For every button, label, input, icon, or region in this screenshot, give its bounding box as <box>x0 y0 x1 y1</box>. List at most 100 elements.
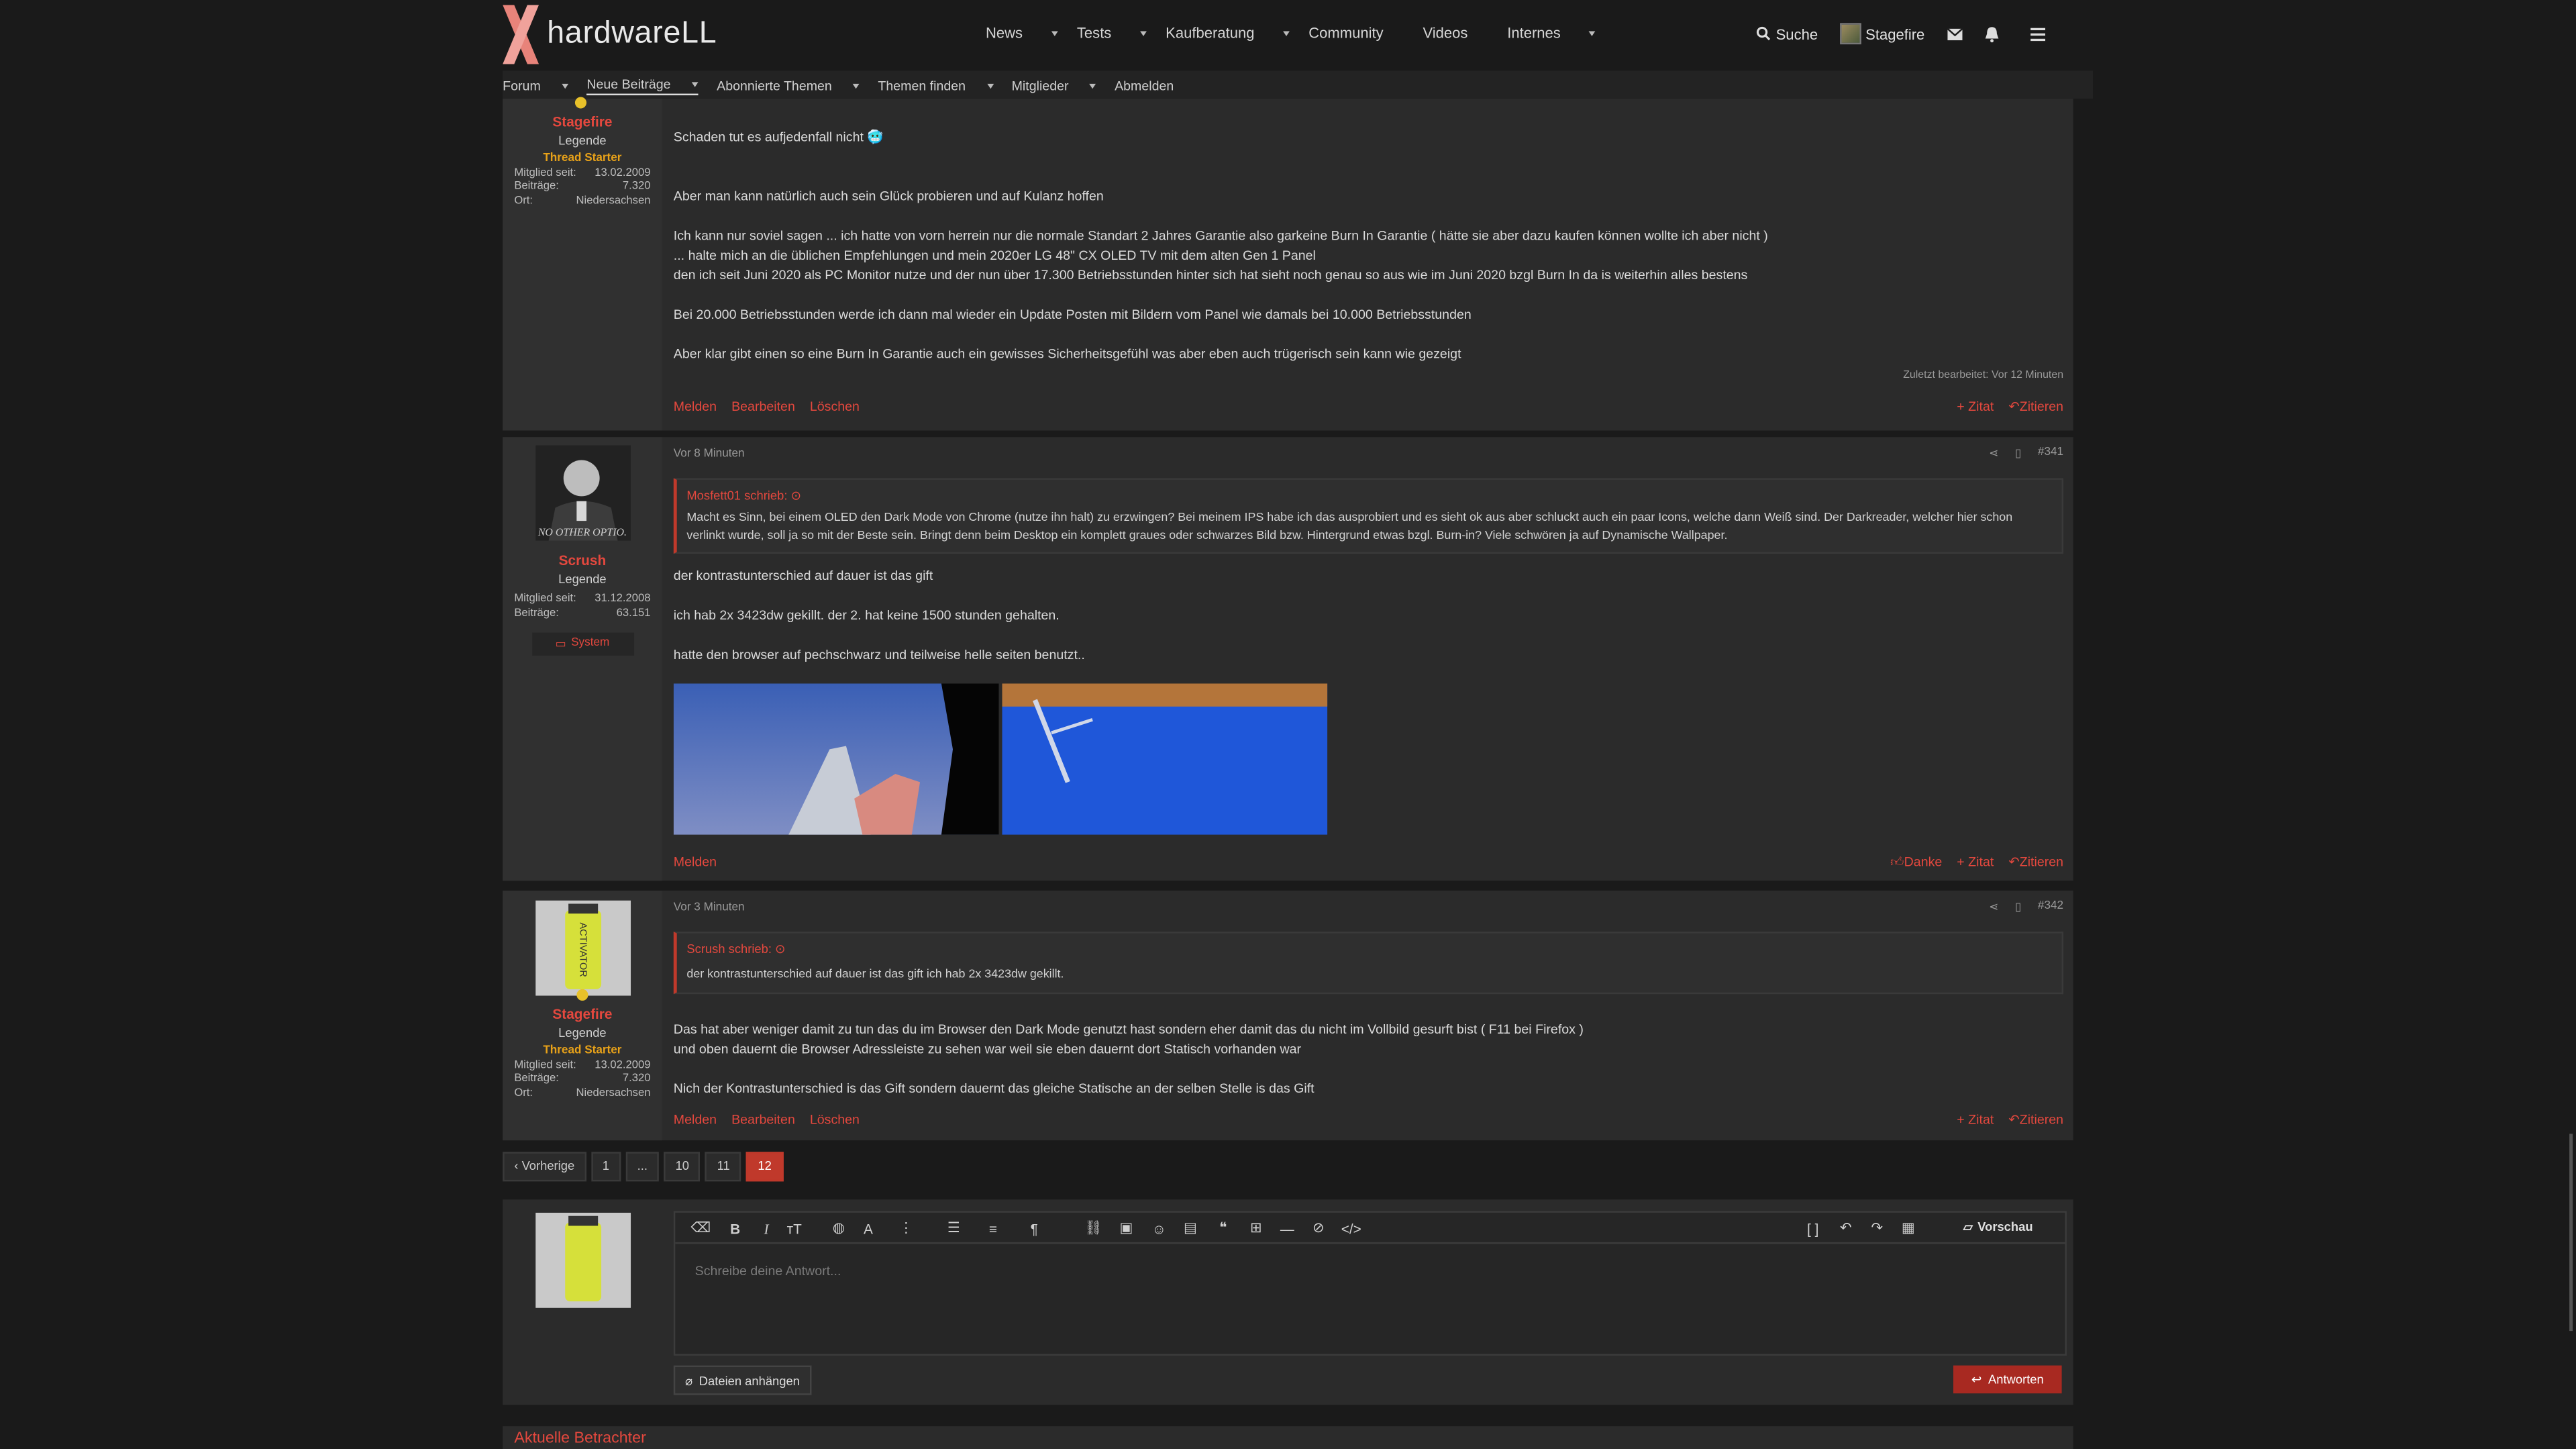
current-page[interactable]: 12 <box>746 1152 783 1182</box>
bookmark-icon[interactable]: ▯ <box>2015 447 2021 460</box>
attach-files-button[interactable]: ⌀ Dateien anhängen <box>673 1365 812 1395</box>
reply-placeholder: Schreibe deine Antwort... <box>694 1263 841 1279</box>
subnav-neue-beitraege[interactable]: Neue Beiträge <box>586 77 699 96</box>
subnav-themen-finden[interactable]: Themen finden <box>878 77 994 95</box>
subnav-abmelden[interactable]: Abmelden <box>1115 77 1192 95</box>
page-ellipsis[interactable]: ... <box>625 1152 660 1182</box>
edit-link[interactable]: Bearbeiten <box>731 399 795 414</box>
quote-link[interactable]: ↶Zitieren <box>2008 854 2063 870</box>
user-avatar[interactable]: ACTIVATOR <box>535 900 631 996</box>
drafts-icon[interactable]: ▦ <box>1899 1219 1917 1238</box>
nav-tests[interactable]: Tests <box>1077 25 1146 41</box>
post-username[interactable]: Stagefire <box>503 1005 662 1021</box>
nav-kaufberatung[interactable]: Kaufberatung <box>1166 25 1289 41</box>
envelope-icon <box>1946 27 1963 40</box>
nav-community[interactable]: Community <box>1308 25 1403 41</box>
stat-value: 7.320 <box>622 181 651 193</box>
alerts-button[interactable] <box>1983 26 1998 42</box>
italic-icon[interactable]: I <box>758 1219 776 1238</box>
site-logo[interactable]: hardwareLL <box>503 5 717 64</box>
search-button[interactable]: Suche <box>1756 26 1818 42</box>
multiquote-link[interactable]: + Zitat <box>1957 399 1994 414</box>
code-icon[interactable]: </> <box>1341 1219 1361 1238</box>
post-line: den ich seit Juni 2020 als PC Monitor nu… <box>673 268 1748 283</box>
bookmark-icon[interactable]: ▯ <box>2015 901 2021 913</box>
undo-icon[interactable]: ↶ <box>1837 1219 1855 1238</box>
post-number[interactable]: #342 <box>2038 901 2063 914</box>
edit-link[interactable]: Bearbeiten <box>731 1112 795 1127</box>
stat-key: Beiträge: <box>514 181 559 193</box>
page-link[interactable]: 11 <box>705 1152 741 1182</box>
post-number[interactable]: #341 <box>2038 447 2063 460</box>
multiquote-link[interactable]: + Zitat <box>1957 1112 1994 1127</box>
quote-author[interactable]: Scrush schrieb: ⊙ <box>677 934 2062 962</box>
multiquote-link[interactable]: + Zitat <box>1957 854 1994 870</box>
subnav-forum[interactable]: Forum <box>503 77 569 95</box>
subnav-abonnierte-themen[interactable]: Abonnierte Themen <box>717 77 860 95</box>
clear-format-icon[interactable]: ⌫ <box>690 1219 710 1238</box>
user-stat: Ort: Niedersachsen <box>503 1087 662 1099</box>
post-time[interactable]: Vor 8 Minuten <box>674 448 745 460</box>
user-stat: Mitglied seit: 13.02.2009 <box>503 167 662 179</box>
bold-icon[interactable]: B <box>726 1219 744 1238</box>
system-button[interactable]: ▭ System <box>531 632 633 655</box>
quote-author[interactable]: Mosfett01 schrieb: ⊙ <box>677 480 2062 508</box>
list-icon[interactable]: ☰ <box>945 1219 963 1238</box>
monitor-icon: ▭ <box>555 638 566 650</box>
nav-videos[interactable]: Videos <box>1423 25 1487 41</box>
logo-text: hardwareLL <box>547 16 717 51</box>
paragraph-icon[interactable]: ¶ <box>1025 1219 1043 1238</box>
align-icon[interactable]: ≡ <box>984 1219 1002 1238</box>
quote-link[interactable]: ↶Zitieren <box>2008 399 2063 414</box>
inbox-button[interactable] <box>1946 27 1963 40</box>
redo-icon[interactable]: ↷ <box>1868 1219 1886 1238</box>
more-options-icon[interactable]: ⋮ <box>897 1219 915 1238</box>
font-family-icon[interactable]: A <box>859 1219 877 1238</box>
thanks-link[interactable]: 👍︎Danke <box>1890 854 1942 870</box>
user-stat: Mitglied seit: 31.12.2008 <box>503 593 662 605</box>
attachment-image-1[interactable] <box>673 683 999 835</box>
post-username[interactable]: Stagefire <box>503 113 662 130</box>
subnav-mitglieder[interactable]: Mitglieder <box>1012 77 1097 95</box>
page-link[interactable]: 1 <box>590 1152 621 1182</box>
delete-link[interactable]: Löschen <box>810 1112 860 1127</box>
media-icon[interactable]: ▤ <box>1181 1219 1199 1238</box>
preview-button[interactable]: ▱ Vorschau <box>1963 1219 2033 1234</box>
page-link[interactable]: 10 <box>664 1152 701 1182</box>
color-palette-icon[interactable]: ◍ <box>829 1219 847 1238</box>
link-icon[interactable]: ⛓ <box>1084 1219 1102 1238</box>
post-actions-left: Melden Bearbeiten Löschen <box>674 399 860 414</box>
font-size-icon[interactable]: тT <box>785 1219 803 1238</box>
share-icon[interactable]: ⋖ <box>1989 901 1998 913</box>
scrollbar-thumb[interactable] <box>2569 1134 2573 1332</box>
user-avatar[interactable] <box>535 445 631 541</box>
spoiler-icon[interactable]: ⊘ <box>1309 1219 1327 1238</box>
post-time[interactable]: Vor 3 Minuten <box>674 902 745 913</box>
nav-news[interactable]: News <box>986 25 1058 41</box>
report-link[interactable]: Melden <box>674 854 717 869</box>
post-username[interactable]: Scrush <box>503 552 662 568</box>
nav-label: Tests <box>1076 24 1112 42</box>
bbcode-toggle-icon[interactable]: [ ] <box>1804 1219 1822 1238</box>
user-menu-button[interactable]: Stagefire <box>1839 23 1924 45</box>
delete-link[interactable]: Löschen <box>810 399 860 414</box>
user-nav: Suche Stagefire <box>1756 23 2066 45</box>
share-icon[interactable]: ⋖ <box>1989 447 1998 460</box>
report-link[interactable]: Melden <box>674 399 717 414</box>
quote-icon[interactable]: ❝ <box>1214 1219 1232 1238</box>
post-actions-right: + Zitat ↶Zitieren <box>1957 1112 2063 1127</box>
table-icon[interactable]: ⊞ <box>1247 1219 1265 1238</box>
nav-internes[interactable]: Internes <box>1507 25 1596 41</box>
hamburger-menu-button[interactable] <box>2030 27 2045 40</box>
reply-button[interactable]: ↩ Antworten <box>1953 1365 2062 1394</box>
reply-input[interactable]: Schreibe deine Antwort... <box>695 1264 841 1279</box>
report-link[interactable]: Melden <box>674 1112 717 1127</box>
prev-page-button[interactable]: ‹ Vorherige <box>503 1152 586 1182</box>
image-icon[interactable]: ▣ <box>1117 1219 1135 1238</box>
attachment-image-2[interactable] <box>1002 683 1328 835</box>
smiley-icon[interactable]: ☺ <box>1150 1219 1168 1238</box>
horizontal-line-icon[interactable]: — <box>1278 1219 1296 1238</box>
online-indicator-icon <box>576 989 588 1001</box>
quote-link[interactable]: ↶Zitieren <box>2008 1112 2063 1127</box>
stat-key: Ort: <box>514 195 533 207</box>
